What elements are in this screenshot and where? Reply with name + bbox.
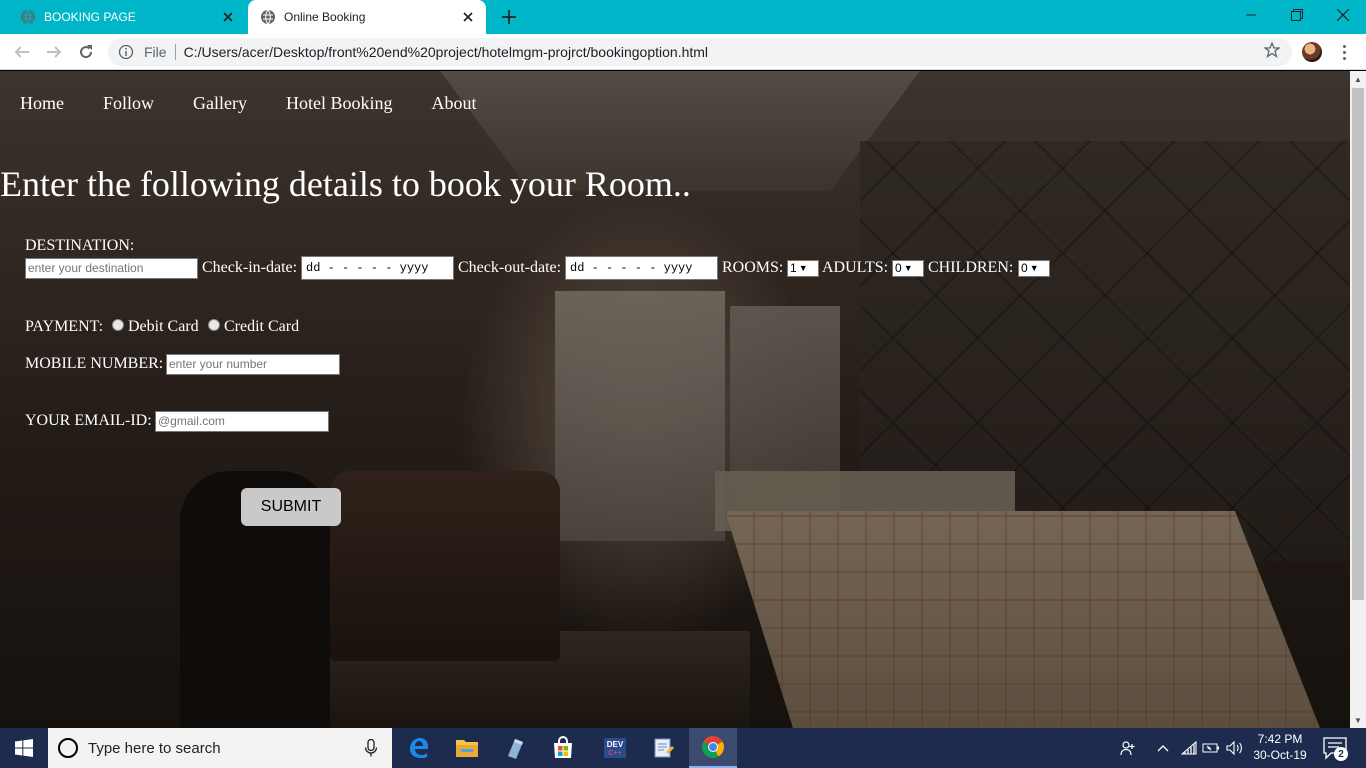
rooms-select[interactable]: 1 ▼ <box>787 260 819 277</box>
page-title: Enter the following details to book your… <box>0 164 691 204</box>
globe-icon <box>260 9 276 25</box>
payment-label: PAYMENT: <box>25 318 104 335</box>
clock-time: 7:42 PM <box>1257 732 1303 746</box>
tab-online-booking[interactable]: Online Booking <box>248 0 486 34</box>
close-tab-icon[interactable] <box>220 9 236 25</box>
debit-card-radio[interactable] <box>112 319 124 331</box>
destination-input[interactable]: enter your destination <box>25 258 198 279</box>
browser-tab-bar: BOOKING PAGE Online Booking <box>0 0 1366 34</box>
windows-taskbar: Type here to search DEV C++ 7:42 PM 30-Oc… <box>0 728 1366 768</box>
globe-icon <box>20 9 36 25</box>
adults-value: 0 <box>895 261 902 275</box>
notepad-icon[interactable] <box>640 728 688 768</box>
credit-card-label[interactable]: Credit Card <box>224 318 299 336</box>
tab-booking-page[interactable]: BOOKING PAGE <box>8 0 246 34</box>
email-label: YOUR EMAIL-ID: <box>25 412 152 429</box>
tab-title: BOOKING PAGE <box>44 10 136 24</box>
dropdown-arrow-icon: ▼ <box>903 263 913 273</box>
restore-button[interactable] <box>1274 0 1320 30</box>
wifi-icon[interactable] <box>1180 728 1198 768</box>
scrollbar-thumb[interactable] <box>1352 88 1364 600</box>
close-window-button[interactable] <box>1320 0 1366 30</box>
bookmark-star-icon[interactable] <box>1262 40 1282 60</box>
destination-label: DESTINATION: <box>25 237 135 254</box>
children-value: 0 <box>1021 261 1028 275</box>
people-icon[interactable] <box>1116 728 1140 768</box>
forward-button[interactable] <box>42 40 66 64</box>
svg-text:DEV: DEV <box>607 740 624 749</box>
back-button[interactable] <box>10 40 34 64</box>
chevron-up-icon[interactable] <box>1154 728 1172 768</box>
submit-button[interactable]: SUBMIT <box>241 488 341 526</box>
nav-link-home[interactable]: Home <box>20 93 64 114</box>
store-icon[interactable] <box>539 728 587 768</box>
dropdown-arrow-icon: ▼ <box>798 263 808 273</box>
nav-link-hotel-booking[interactable]: Hotel Booking <box>286 93 393 114</box>
page-scrollbar[interactable]: ▲ ▼ <box>1350 71 1366 728</box>
rooms-label: ROOMS: <box>722 259 784 276</box>
nav-link-follow[interactable]: Follow <box>103 93 154 114</box>
start-button[interactable] <box>0 728 48 768</box>
email-input[interactable]: @gmail.com <box>155 411 329 432</box>
adults-select[interactable]: 0 ▼ <box>892 260 924 277</box>
app-icon[interactable] <box>491 728 539 768</box>
scroll-down-arrow-icon[interactable]: ▼ <box>1350 712 1366 728</box>
checkout-label: Check-out-date: <box>458 259 562 276</box>
chrome-icon[interactable] <box>689 728 737 768</box>
volume-icon[interactable] <box>1225 728 1245 768</box>
credit-card-radio[interactable] <box>208 319 220 331</box>
children-label: CHILDREN: <box>928 259 1014 276</box>
browser-toolbar: File C:/Users/acer/Desktop/front%20end%2… <box>0 34 1366 70</box>
close-tab-icon[interactable] <box>460 9 476 25</box>
site-nav: Home Follow Gallery Hotel Booking About <box>20 93 477 114</box>
cortana-icon <box>58 738 78 758</box>
checkin-label: Check-in-date: <box>202 259 298 276</box>
file-explorer-icon[interactable] <box>443 728 491 768</box>
menu-kebab-icon[interactable] <box>1336 40 1352 64</box>
devcpp-icon[interactable]: DEV C++ <box>591 728 639 768</box>
address-bar[interactable]: File C:/Users/acer/Desktop/front%20end%2… <box>108 38 1292 66</box>
scroll-up-arrow-icon[interactable]: ▲ <box>1350 71 1366 87</box>
battery-icon[interactable] <box>1202 728 1220 768</box>
nav-link-gallery[interactable]: Gallery <box>193 93 247 114</box>
rooms-value: 1 <box>790 261 797 275</box>
dropdown-arrow-icon: ▼ <box>1029 263 1039 273</box>
profile-avatar[interactable] <box>1302 42 1322 62</box>
checkin-date-input[interactable]: dd - - - - - yyyy <box>301 256 454 280</box>
url-text[interactable]: C:/Users/acer/Desktop/front%20end%20proj… <box>184 44 708 60</box>
children-select[interactable]: 0 ▼ <box>1018 260 1050 277</box>
tab-title: Online Booking <box>284 10 366 24</box>
scheme-label: File <box>144 44 167 60</box>
mobile-label: MOBILE NUMBER: <box>25 355 164 372</box>
mobile-input[interactable]: enter your number <box>166 354 340 375</box>
nav-link-about[interactable]: About <box>432 93 477 114</box>
debit-card-label[interactable]: Debit Card <box>128 318 199 336</box>
reload-button[interactable] <box>74 40 98 64</box>
info-icon[interactable] <box>118 44 134 60</box>
notification-count-badge: 2 <box>1334 747 1348 761</box>
page-viewport: Home Follow Gallery Hotel Booking About … <box>0 71 1350 728</box>
taskbar-search-box[interactable]: Type here to search <box>48 728 392 768</box>
svg-text:C++: C++ <box>608 750 621 757</box>
new-tab-button[interactable] <box>498 6 520 28</box>
edge-icon[interactable] <box>395 728 443 768</box>
checkout-date-input[interactable]: dd - - - - - yyyy <box>565 256 718 280</box>
clock-date: 30-Oct-19 <box>1253 748 1307 762</box>
search-placeholder: Type here to search <box>88 739 221 757</box>
divider <box>174 44 176 60</box>
system-clock[interactable]: 7:42 PM 30-Oct-19 <box>1252 731 1308 763</box>
minimize-button[interactable] <box>1228 0 1274 30</box>
microphone-icon <box>364 739 378 757</box>
adults-label: ADULTS: <box>822 259 889 276</box>
windows-logo-icon <box>15 739 33 757</box>
